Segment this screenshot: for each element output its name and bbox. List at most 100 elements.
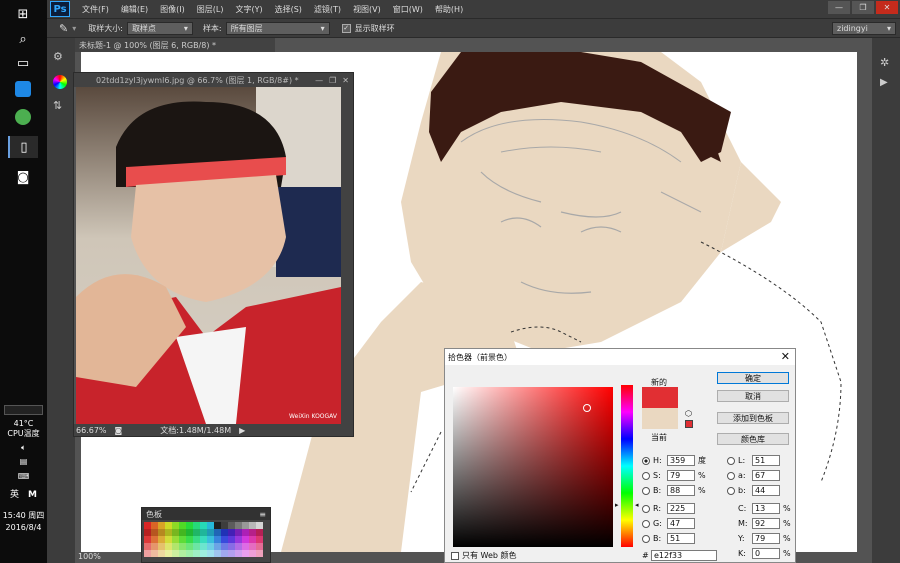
out-of-gamut-icon[interactable]: ⬡ [685, 409, 692, 418]
color-wheel-icon[interactable] [53, 75, 67, 89]
lab-l-radio[interactable] [727, 456, 735, 465]
menu-layer[interactable]: 图层(L) [197, 4, 224, 15]
swatch-cell[interactable] [165, 543, 172, 550]
saturation-input[interactable]: 79 [667, 470, 695, 481]
hex-input[interactable]: e12f33 [651, 550, 717, 561]
swatch-cell[interactable] [214, 529, 221, 536]
swatch-cell[interactable] [249, 536, 256, 543]
swatch-cell[interactable] [249, 543, 256, 550]
swatch-cell[interactable] [165, 536, 172, 543]
swatch-cell[interactable] [235, 550, 242, 557]
show-ring-checkbox[interactable]: ✓ [341, 23, 351, 33]
settings-gear-icon[interactable]: ✲ [880, 56, 892, 69]
volume-icon[interactable]: 🔈︎ [0, 443, 47, 453]
swatch-cell[interactable] [242, 529, 249, 536]
swatch-cell[interactable] [242, 522, 249, 529]
brush-preset-icon[interactable]: ⚙ [53, 50, 69, 63]
status-info-icon[interactable]: ◙ [115, 426, 123, 435]
swatch-cell[interactable] [207, 550, 214, 557]
cloud-app-icon[interactable] [8, 78, 38, 100]
swatch-cell[interactable] [256, 522, 263, 529]
saturation-radio[interactable] [642, 471, 650, 480]
swatch-cell[interactable] [172, 543, 179, 550]
photo-window-title[interactable]: 02tdd1zyl3jywml6.jpg @ 66.7% (图层 1, RGB/… [74, 73, 353, 87]
red-radio[interactable] [642, 504, 650, 513]
swatch-cell[interactable] [228, 522, 235, 529]
swatch-cell[interactable] [200, 543, 207, 550]
green-input[interactable]: 47 [667, 518, 695, 529]
swatch-cell[interactable] [256, 550, 263, 557]
swatch-cell[interactable] [221, 522, 228, 529]
swatch-cell[interactable] [193, 536, 200, 543]
photo-window-buttons[interactable]: — ❐ ✕ [315, 76, 353, 85]
photo-document-window[interactable]: 02tdd1zyl3jywml6.jpg @ 66.7% (图层 1, RGB/… [73, 72, 354, 437]
swatch-cell[interactable] [235, 543, 242, 550]
lab-l-input[interactable]: 51 [752, 455, 780, 466]
swatch-cell[interactable] [179, 536, 186, 543]
picker-close-icon[interactable]: ✕ [781, 350, 790, 363]
swatch-cell[interactable] [242, 536, 249, 543]
lab-b-radio[interactable] [727, 486, 735, 495]
swatch-cell[interactable] [158, 550, 165, 557]
web-safe-icon[interactable] [685, 420, 693, 428]
swatch-cell[interactable] [172, 529, 179, 536]
swatch-cell[interactable] [242, 543, 249, 550]
cyan-input[interactable]: 13 [752, 503, 780, 514]
swatch-cell[interactable] [235, 522, 242, 529]
swatch-cell[interactable] [193, 550, 200, 557]
swatch-cell[interactable] [221, 536, 228, 543]
clock-date[interactable]: 2016/8/4 [0, 523, 47, 532]
swatch-cell[interactable] [228, 529, 235, 536]
clock-time[interactable]: 15:40 周四 [0, 510, 47, 521]
eyedropper-tool-icon[interactable]: ✎ [59, 22, 68, 35]
swatch-cell[interactable] [186, 522, 193, 529]
cancel-button[interactable]: 取消 [717, 390, 789, 402]
swatch-cell[interactable] [186, 543, 193, 550]
swatch-cell[interactable] [200, 550, 207, 557]
color-libraries-button[interactable]: 颜色库 [717, 433, 789, 445]
menu-view[interactable]: 视图(V) [353, 4, 381, 15]
swatch-cell[interactable] [151, 536, 158, 543]
swatch-cell[interactable] [144, 543, 151, 550]
canvas-zoom-level[interactable]: 100% [78, 552, 101, 561]
swatch-grid[interactable] [142, 520, 270, 557]
adjustments-icon[interactable]: ⇅ [53, 99, 69, 112]
swatch-cell[interactable] [221, 529, 228, 536]
swatch-cell[interactable] [214, 522, 221, 529]
lab-a-input[interactable]: 67 [752, 470, 780, 481]
swatch-cell[interactable] [151, 522, 158, 529]
menu-window[interactable]: 窗口(W) [393, 4, 423, 15]
swatch-cell[interactable] [249, 529, 256, 536]
swatch-cell[interactable] [228, 543, 235, 550]
swatch-cell[interactable] [207, 529, 214, 536]
blue-input[interactable]: 51 [667, 533, 695, 544]
menu-file[interactable]: 文件(F) [82, 4, 109, 15]
hue-slider-left-arrow-icon[interactable]: ▸ [615, 501, 619, 509]
lab-a-radio[interactable] [727, 471, 735, 480]
magenta-input[interactable]: 92 [752, 518, 780, 529]
web-only-checkbox[interactable] [451, 551, 459, 560]
swatch-cell[interactable] [207, 522, 214, 529]
swatch-cell[interactable] [221, 550, 228, 557]
swatch-cell[interactable] [228, 536, 235, 543]
ime-indicator[interactable]: 英 M [0, 487, 47, 500]
add-to-swatches-button[interactable]: 添加到色板 [717, 412, 789, 424]
swatch-cell[interactable] [151, 543, 158, 550]
swatch-cell[interactable] [165, 529, 172, 536]
swatch-cell[interactable] [144, 550, 151, 557]
swatch-cell[interactable] [179, 529, 186, 536]
brightness-input[interactable]: 88 [667, 485, 695, 496]
tool-preset-arrow-icon[interactable]: ▾ [72, 24, 76, 33]
swatch-cell[interactable] [165, 522, 172, 529]
swatch-cell[interactable] [179, 543, 186, 550]
swatch-cell[interactable] [172, 522, 179, 529]
swatch-cell[interactable] [165, 550, 172, 557]
swatch-cell[interactable] [193, 543, 200, 550]
swatch-cell[interactable] [179, 522, 186, 529]
swatch-cell[interactable] [256, 543, 263, 550]
swatch-cell[interactable] [256, 536, 263, 543]
minimize-button[interactable]: — [828, 1, 850, 14]
photo-scrollbar[interactable] [341, 87, 353, 424]
play-action-icon[interactable]: ▶ [880, 77, 892, 88]
menu-help[interactable]: 帮助(H) [435, 4, 463, 15]
